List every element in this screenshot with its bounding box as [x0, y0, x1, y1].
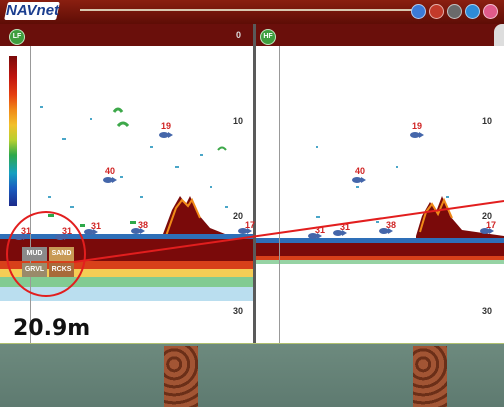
fish-icon [238, 227, 252, 235]
lf-depth-30: 30 [233, 306, 244, 316]
depth-readout: 20.9m [13, 316, 91, 341]
highlight-circle [6, 211, 86, 297]
rock-bottom-indicator [413, 346, 447, 407]
lf-header-tick: 0 [236, 30, 242, 40]
fish-icon [159, 131, 173, 139]
fish-depth-label: 19 [161, 121, 172, 131]
rock-bottom-indicator [164, 346, 198, 407]
lf-vrm-line [30, 46, 31, 344]
fish-depth-label: 19 [412, 121, 423, 131]
logo-text: NAVnet [6, 2, 60, 19]
settings-icon[interactable] [465, 4, 480, 19]
top-bar: NAVnet [0, 0, 504, 24]
fish-icon [333, 229, 347, 237]
hf-depth-10: 10 [482, 116, 493, 126]
lf-badge[interactable]: LF [9, 29, 25, 45]
hf-vrm-line [279, 46, 280, 344]
boat-icon[interactable] [447, 4, 462, 19]
lf-depth-10: 10 [233, 116, 244, 126]
fish-icon [308, 232, 322, 240]
frequency-header [0, 24, 504, 46]
chart-icon[interactable] [429, 4, 444, 19]
navnet-logo[interactable]: NAVnet [4, 2, 60, 20]
fish-icon [131, 227, 145, 235]
fish-icon [352, 176, 366, 184]
fish-depth-label: 40 [355, 166, 366, 176]
fish-icon [410, 131, 424, 139]
hf-badge[interactable]: HF [260, 29, 276, 45]
power-icon[interactable] [483, 4, 498, 19]
sounder-icon[interactable] [411, 4, 426, 19]
lf-depth-20: 20 [233, 211, 244, 221]
top-bar-divider [80, 9, 418, 11]
fish-icon [84, 228, 98, 236]
fish-icon [379, 227, 393, 235]
color-scale-bar [9, 56, 17, 206]
hf-depth-30: 30 [482, 306, 493, 316]
fish-icon [103, 176, 117, 184]
fish-depth-label: 40 [105, 166, 116, 176]
hf-echogram [256, 146, 504, 264]
hf-echogram-pane[interactable]: 10 20 30 [256, 46, 504, 344]
toolbar-icons [411, 4, 498, 19]
fish-icon [480, 227, 494, 235]
lf-echogram-pane[interactable]: 10 20 30 [0, 46, 254, 344]
lf-echogram [0, 106, 254, 301]
